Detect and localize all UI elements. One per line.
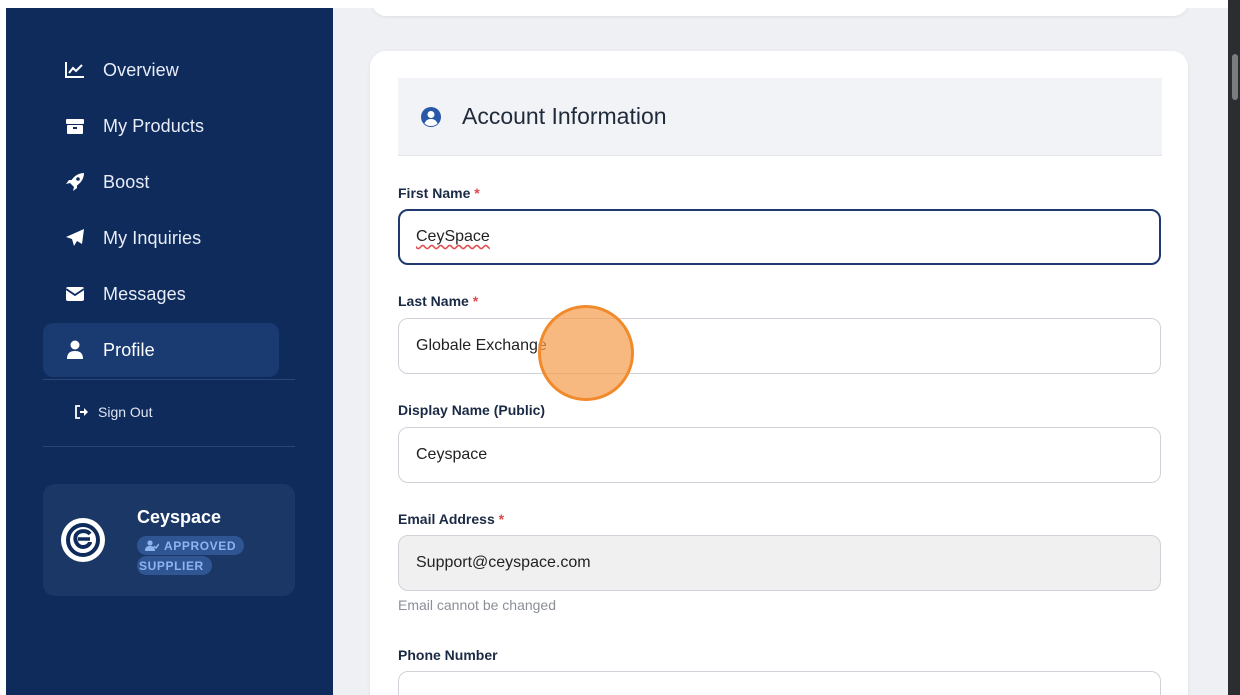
sidebar-item-my-products[interactable]: My Products — [43, 99, 279, 153]
sign-out-icon — [74, 404, 90, 420]
required-mark: * — [498, 511, 505, 527]
last-name-input[interactable] — [398, 318, 1161, 374]
sidebar-item-label: Messages — [103, 283, 186, 304]
sidebar-item-label: Overview — [103, 59, 179, 80]
display-name-input[interactable] — [398, 427, 1161, 483]
divider — [43, 446, 295, 447]
sidebar: Overview My Products Boost My Inquiries — [6, 8, 333, 695]
profile-card: Ceyspace APPROVED SUPPLIER — [43, 484, 295, 596]
ceyspace-logo — [61, 518, 105, 562]
phone-label: Phone Number — [398, 647, 498, 663]
label-text: Display Name (Public) — [398, 402, 546, 418]
sidebar-item-messages[interactable]: Messages — [43, 267, 279, 321]
label-text: Last Name — [398, 293, 469, 309]
first-name-input[interactable] — [398, 209, 1161, 265]
sidebar-item-profile[interactable]: Profile — [43, 323, 279, 377]
label-text: Email Address — [398, 511, 495, 527]
first-name-label: First Name * — [398, 185, 480, 201]
section-title: Account Information — [462, 103, 667, 129]
sidebar-item-my-inquiries[interactable]: My Inquiries — [43, 211, 279, 265]
previous-card — [372, 8, 1188, 16]
required-mark: * — [472, 293, 479, 309]
display-name-label: Display Name (Public) — [398, 402, 545, 418]
badge-text: APPROVED — [164, 538, 237, 553]
badge-text: SUPPLIER — [139, 558, 204, 573]
sidebar-item-label: Boost — [103, 171, 150, 192]
sidebar-item-label: My Products — [103, 115, 205, 136]
window-edge — [1228, 0, 1240, 695]
sidebar-item-label: My Inquiries — [103, 227, 202, 248]
email-label: Email Address * — [398, 511, 504, 527]
box-icon — [65, 116, 85, 136]
paper-plane-icon — [65, 228, 85, 248]
label-text: Phone Number — [398, 647, 498, 663]
rocket-icon — [65, 172, 85, 192]
sign-out-button[interactable]: Sign Out — [74, 402, 152, 422]
user-circle-icon — [420, 106, 442, 128]
user-icon — [65, 340, 85, 360]
envelope-icon — [65, 284, 85, 304]
phone-input[interactable] — [398, 671, 1161, 695]
section-header: Account Information — [398, 78, 1162, 156]
supplier-name: Ceyspace — [137, 507, 222, 527]
user-check-icon — [145, 539, 159, 552]
email-helper-text: Email cannot be changed — [398, 597, 556, 613]
last-name-label: Last Name * — [398, 293, 478, 309]
chart-line-icon — [65, 60, 85, 80]
app-frame: Overview My Products Boost My Inquiries — [6, 8, 1228, 695]
email-input[interactable] — [398, 535, 1161, 591]
divider — [43, 379, 295, 380]
approved-badge: APPROVED — [137, 536, 245, 555]
supplier-badge: SUPPLIER — [137, 556, 212, 575]
scrollbar-thumb[interactable] — [1232, 54, 1238, 100]
sidebar-item-label: Profile — [103, 339, 155, 360]
sign-out-label: Sign Out — [98, 404, 153, 420]
required-mark: * — [474, 185, 480, 201]
sidebar-item-boost[interactable]: Boost — [43, 155, 279, 209]
label-text: First Name — [398, 185, 471, 201]
sidebar-item-overview[interactable]: Overview — [43, 43, 279, 97]
